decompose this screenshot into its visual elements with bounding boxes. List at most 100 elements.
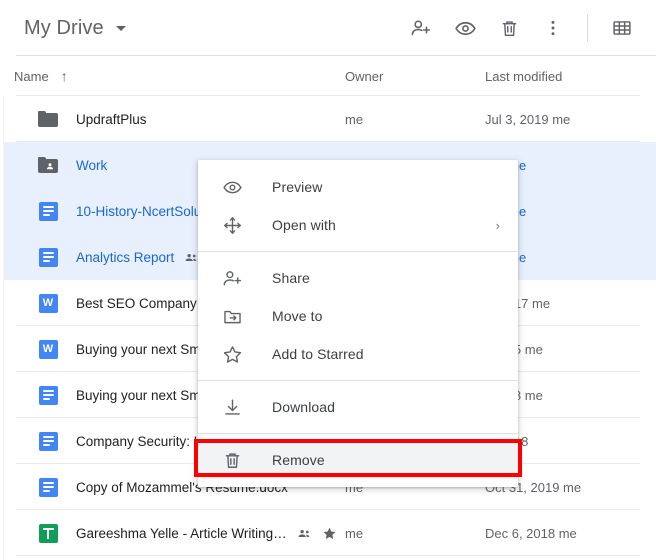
grid-view-button[interactable] (602, 8, 642, 48)
word-document-icon: W (38, 339, 58, 359)
menu-item-label: Download (272, 399, 336, 415)
file-name-cell[interactable]: Analytics Report (76, 250, 199, 265)
submenu-chevron-right-icon: › (495, 217, 500, 233)
file-row[interactable]: Gareeshma Yelle - Article Writing… me Dec … (0, 510, 656, 556)
file-type-icon-cell (36, 245, 60, 269)
menu-item-starred[interactable]: Add to Starred (198, 335, 518, 373)
download-icon (220, 395, 244, 419)
google-docs-icon (38, 201, 58, 221)
file-name-cell[interactable]: Buying your next Sma (76, 342, 208, 357)
file-name-label: Work (76, 157, 108, 173)
column-header-last-modified[interactable]: Last modified (485, 69, 562, 84)
file-type-icon-cell (36, 475, 60, 499)
trash-icon (499, 18, 520, 39)
google-sheets-icon (38, 523, 58, 543)
file-name-label: Analytics Report (76, 249, 175, 265)
preview-button[interactable] (445, 8, 485, 48)
list-left-edge (0, 96, 4, 560)
file-type-icon-cell (36, 429, 60, 453)
file-row[interactable]: UpdraftPlus me Jul 3, 2019 me (0, 96, 656, 142)
column-header-name-label: Name (14, 68, 49, 84)
google-docs-icon (38, 385, 58, 405)
file-name-cell[interactable]: Company Security: U (76, 434, 204, 449)
folder-icon (38, 111, 58, 127)
menu-item-open-with[interactable]: Open with › (198, 206, 518, 244)
file-name-cell[interactable]: UpdraftPlus (76, 112, 147, 127)
row-divider (16, 555, 640, 556)
menu-item-label: Add to Starred (272, 346, 364, 362)
open-with-icon (220, 213, 244, 237)
file-name-cell[interactable]: Best SEO Company L (76, 296, 208, 311)
file-type-icon-cell (36, 199, 60, 223)
file-type-icon-cell (36, 107, 60, 131)
menu-item-remove[interactable]: Remove (198, 441, 518, 479)
menu-item-wrapper: Move to (198, 297, 518, 335)
menu-item-wrapper: Add to Starred (198, 335, 518, 373)
google-docs-icon (38, 247, 58, 267)
file-name-cell[interactable]: 10-History-NcertSolu (76, 204, 201, 219)
menu-item-wrapper: Open with › (198, 206, 518, 244)
file-type-icon-cell: W (36, 291, 60, 315)
more-actions-button[interactable] (533, 8, 573, 48)
menu-item-share[interactable]: Share (198, 259, 518, 297)
file-name-label: Buying your next Sma (76, 387, 209, 403)
file-name-label: Best SEO Company L (76, 295, 209, 311)
file-name-label: UpdraftPlus (76, 111, 147, 127)
menu-divider (198, 380, 518, 381)
preview-eye-icon (454, 17, 477, 40)
menu-divider (198, 251, 518, 252)
menu-item-label: Open with (272, 217, 336, 233)
add-person-button[interactable] (401, 8, 441, 48)
page-title: My Drive (24, 16, 104, 39)
file-name-cell[interactable]: Gareeshma Yelle - Article Writing… (76, 526, 337, 541)
word-document-icon: W (38, 293, 58, 313)
menu-item-wrapper: Share (198, 259, 518, 297)
chevron-down-icon[interactable] (115, 25, 126, 31)
menu-item-preview[interactable]: Preview (198, 168, 518, 206)
move-to-icon (220, 304, 244, 328)
file-type-icon-cell (36, 153, 60, 177)
menu-item-download[interactable]: Download (198, 388, 518, 426)
google-docs-icon (38, 477, 58, 497)
file-name-cell[interactable]: Work (76, 158, 107, 173)
top-toolbar: My Drive (0, 0, 656, 56)
grid-view-icon (611, 17, 633, 39)
menu-item-wrapper: Download (198, 388, 518, 426)
eye-icon (220, 175, 244, 199)
file-name-label: Gareeshma Yelle - Article Writing… (76, 525, 287, 541)
trash-icon (220, 448, 244, 472)
file-name-label: 10-History-NcertSolu (76, 203, 202, 219)
column-headers: Name ↑ Owner Last modified (0, 56, 656, 96)
star-icon (220, 342, 244, 366)
file-name-cell[interactable]: Buying your next Sma (76, 388, 208, 403)
file-modified-cell: Jul 3, 2019 me (485, 111, 571, 127)
menu-item-label: Preview (272, 179, 323, 195)
menu-item-move-to[interactable]: Move to (198, 297, 518, 335)
more-vert-icon (543, 18, 563, 38)
shared-folder-icon (38, 157, 58, 173)
file-type-icon-cell (36, 521, 60, 545)
menu-item-label: Move to (272, 308, 323, 324)
menu-divider (198, 433, 518, 434)
context-menu: Preview Open with › Share Move to Add to Star… (194, 160, 522, 487)
person-add-icon (220, 266, 244, 290)
menu-item-wrapper: Preview (198, 168, 518, 206)
remove-button[interactable] (489, 8, 529, 48)
toolbar-divider (587, 14, 588, 42)
shared-people-icon (297, 526, 312, 541)
file-name-label: Buying your next Sma (76, 341, 209, 357)
file-modified-cell: Dec 6, 2018 me (485, 525, 577, 541)
file-owner-cell: me (345, 525, 364, 541)
star-icon[interactable] (322, 526, 337, 541)
column-header-owner[interactable]: Owner (345, 69, 383, 84)
sort-ascending-icon[interactable]: ↑ (61, 69, 68, 83)
add-person-icon (410, 17, 432, 39)
menu-item-label: Share (272, 270, 310, 286)
file-type-icon-cell: W (36, 337, 60, 361)
drive-title-button[interactable]: My Drive (24, 17, 126, 40)
column-header-name[interactable]: Name ↑ (14, 69, 68, 84)
file-type-icon-cell (36, 383, 60, 407)
menu-item-label: Remove (272, 452, 325, 468)
menu-item-wrapper: Remove (194, 439, 522, 479)
file-owner-cell: me (345, 111, 364, 127)
